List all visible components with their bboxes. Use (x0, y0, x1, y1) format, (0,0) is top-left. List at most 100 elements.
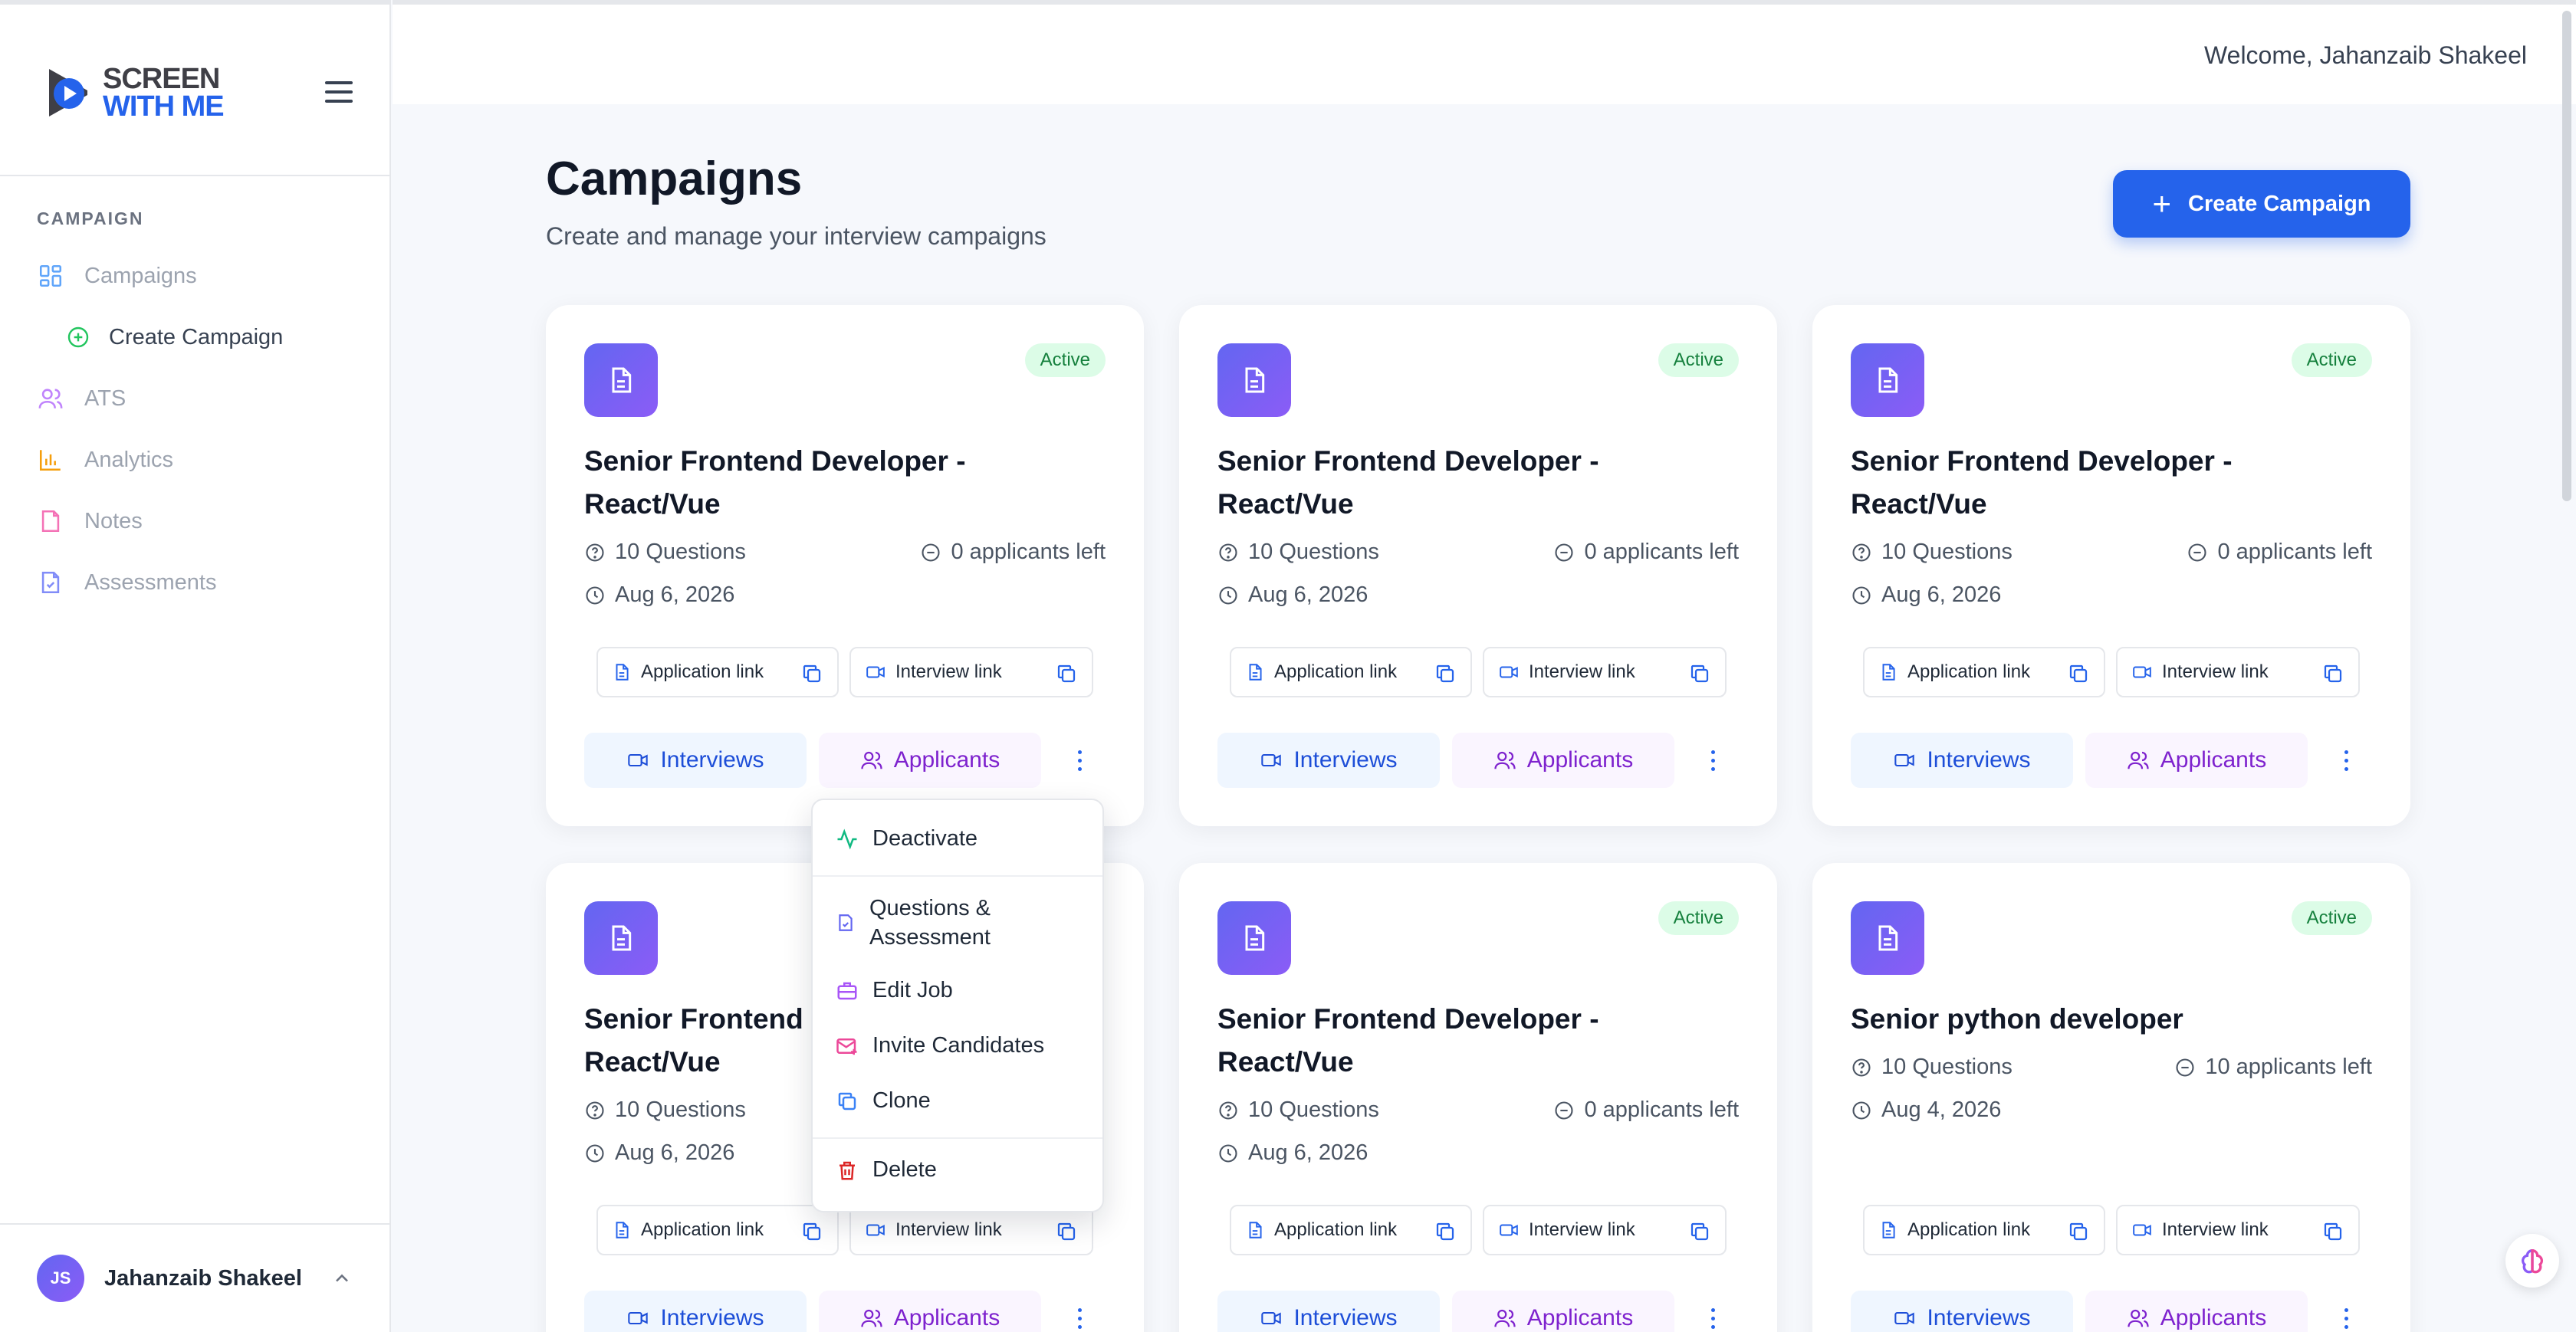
applicants-left: 10 applicants left (2174, 1055, 2372, 1080)
help-circle-icon (1219, 1101, 1237, 1120)
interview-link[interactable]: Interview link (849, 647, 1093, 697)
clock-icon (1219, 586, 1237, 605)
copy-icon[interactable] (1688, 662, 1711, 685)
sidebar-item-label: Analytics (84, 447, 174, 472)
user-profile[interactable]: JS Jahanzaib Shakeel (0, 1223, 391, 1332)
interviews-button[interactable]: Interviews (1851, 1291, 2073, 1332)
copy-icon[interactable] (1434, 1220, 1457, 1243)
menu-item-invite-candidates[interactable]: Invite Candidates (836, 1033, 1044, 1058)
applicants-button[interactable]: Applicants (2085, 733, 2308, 788)
clock-icon (586, 1143, 604, 1163)
menu-item-deactivate[interactable]: Deactivate (836, 826, 978, 851)
app-logo[interactable]: SCREEN WITH ME (38, 63, 225, 123)
copy-icon[interactable] (1055, 662, 1078, 685)
file-icon (1249, 664, 1262, 681)
copy-icon[interactable] (2067, 662, 2090, 685)
interviews-button[interactable]: Interviews (584, 1291, 807, 1332)
users-icon (1494, 1309, 1516, 1327)
file-icon (1882, 664, 1895, 681)
copy-icon[interactable] (800, 662, 823, 685)
applicants-button[interactable]: Applicants (2085, 1291, 2308, 1332)
video-icon (1261, 1311, 1282, 1325)
user-name: Jahanzaib Shakeel (104, 1265, 302, 1291)
copy-icon[interactable] (1688, 1220, 1711, 1243)
welcome-text: Welcome, Jahanzaib Shakeel (2204, 41, 2527, 69)
sidebar-item-create-campaign[interactable]: Create Campaign (64, 323, 283, 351)
menu-item-questions-assessment[interactable]: Questions & Assessment (836, 894, 991, 952)
copy-icon[interactable] (800, 1220, 823, 1243)
copy-icon[interactable] (1055, 1220, 1078, 1243)
campaign-title[interactable]: Senior Frontend Developer - React/Vue (1217, 998, 1693, 1084)
interviews-button[interactable]: Interviews (584, 733, 807, 788)
document-icon (1851, 901, 1924, 975)
menu-item-clone[interactable]: Clone (836, 1088, 931, 1114)
sidebar-item-label: Notes (84, 508, 143, 533)
more-options-icon[interactable] (1697, 733, 1728, 788)
more-options-icon[interactable] (1697, 1291, 1728, 1332)
grid-icon (37, 262, 64, 290)
application-link[interactable]: Application link (596, 1205, 839, 1255)
application-link[interactable]: Application link (1863, 647, 2105, 697)
applicants-left: 0 applicants left (920, 540, 1106, 565)
more-options-icon[interactable] (2331, 1291, 2361, 1332)
minus-circle-icon (2176, 1058, 2194, 1077)
sidebar-item-ats[interactable]: ATS (37, 385, 126, 412)
interview-link[interactable]: Interview link (1483, 1205, 1727, 1255)
plus-icon: + (2152, 185, 2171, 221)
interviews-button[interactable]: Interviews (1851, 733, 2073, 788)
copy-icon[interactable] (1434, 662, 1457, 685)
application-link[interactable]: Application link (1863, 1205, 2105, 1255)
application-link[interactable]: Application link (596, 647, 839, 697)
file-icon (616, 1222, 629, 1238)
interview-link[interactable]: Interview link (2116, 647, 2360, 697)
applicants-button[interactable]: Applicants (1452, 1291, 1674, 1332)
campaign-date: Aug 6, 2026 (584, 1140, 734, 1166)
logo-icon (38, 63, 98, 123)
sidebar-item-label: ATS (84, 385, 127, 411)
file-icon (616, 664, 629, 681)
sidebar-item-campaigns[interactable]: Campaigns (37, 262, 197, 290)
questions-count: 10 Questions (584, 540, 746, 565)
application-link[interactable]: Application link (1230, 647, 1472, 697)
sidebar-item-notes[interactable]: Notes (37, 507, 143, 535)
menu-item-edit-job[interactable]: Edit Job (836, 978, 953, 1003)
campaign-date: Aug 6, 2026 (584, 582, 734, 608)
more-options-icon[interactable] (2331, 733, 2361, 788)
chevron-up-icon[interactable] (331, 1268, 353, 1289)
application-link[interactable]: Application link (1230, 1205, 1472, 1255)
interview-link[interactable]: Interview link (1483, 647, 1727, 697)
interviews-button[interactable]: Interviews (1217, 733, 1440, 788)
copy-icon[interactable] (2321, 662, 2344, 685)
menu-toggle-icon[interactable] (325, 81, 353, 103)
applicants-button[interactable]: Applicants (1452, 733, 1674, 788)
questions-count: 10 Questions (584, 1097, 746, 1123)
minus-circle-icon (2188, 543, 2207, 562)
more-options-icon[interactable] (1064, 733, 1095, 788)
logo-text: SCREEN WITH ME (103, 63, 225, 123)
menu-item-delete[interactable]: Delete (836, 1157, 937, 1183)
video-icon (1261, 753, 1282, 767)
applicants-button[interactable]: Applicants (819, 1291, 1041, 1332)
copy-icon[interactable] (2067, 1220, 2090, 1243)
campaign-title[interactable]: Senior Frontend Developer - React/Vue (1851, 440, 2326, 526)
create-campaign-button[interactable]: + Create Campaign (2113, 170, 2410, 238)
applicants-left: 0 applicants left (2187, 540, 2372, 565)
interview-link[interactable]: Interview link (2116, 1205, 2360, 1255)
more-options-icon[interactable] (1064, 1291, 1095, 1332)
campaign-title[interactable]: Senior Frontend Developer - React/Vue (584, 440, 1060, 526)
questions-count: 10 Questions (1217, 540, 1379, 565)
campaign-title[interactable]: Senior Frontend Developer - React/Vue (1217, 440, 1693, 526)
sidebar-item-assessments[interactable]: Assessments (37, 569, 216, 596)
applicants-button[interactable]: Applicants (819, 733, 1041, 788)
avatar: JS (37, 1255, 84, 1302)
help-circle-icon (586, 543, 604, 562)
copy-icon[interactable] (2321, 1220, 2344, 1243)
brand-area: SCREEN WITH ME (0, 5, 389, 176)
interviews-button[interactable]: Interviews (1217, 1291, 1440, 1332)
sidebar-item-analytics[interactable]: Analytics (37, 446, 173, 474)
ai-assistant-icon[interactable] (2505, 1234, 2559, 1288)
minus-circle-icon (1555, 1101, 1574, 1120)
scrollbar[interactable] (2562, 11, 2571, 501)
campaign-date: Aug 6, 2026 (1851, 582, 2001, 608)
campaign-title[interactable]: Senior python developer (1851, 998, 2326, 1041)
